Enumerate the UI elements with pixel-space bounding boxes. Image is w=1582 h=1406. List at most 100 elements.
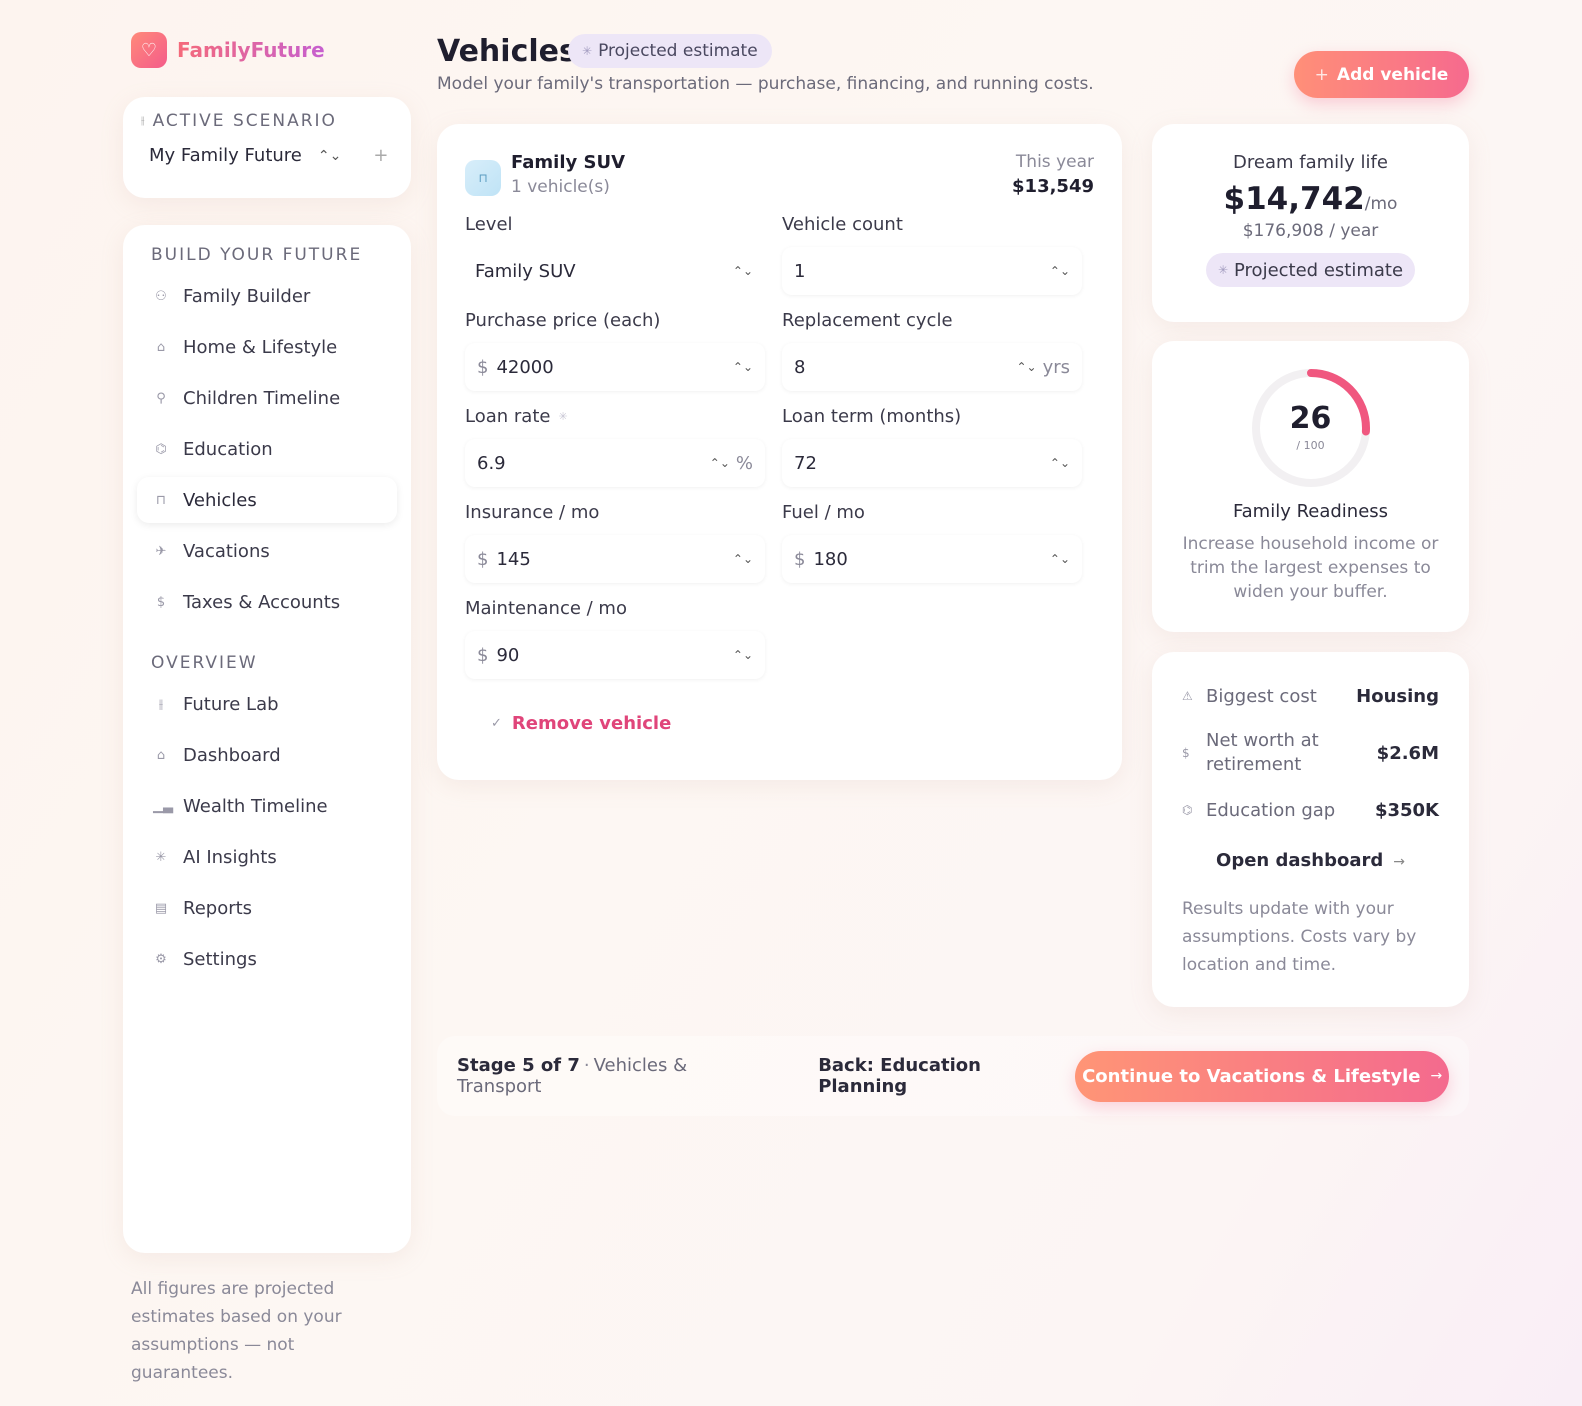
dollar-icon: $ (156, 594, 166, 610)
replacement-cycle-field: Replacement cycle 8 ⌃⌄ yrs (782, 307, 1099, 403)
sidebar-item-label: Settings (183, 948, 257, 970)
add-vehicle-button[interactable]: + Add vehicle (1294, 51, 1469, 98)
brand-name: FamilyFuture (177, 38, 325, 62)
sidebar-item-label: Dashboard (183, 744, 281, 766)
remove-vehicle-button[interactable]: ✓ Remove vehicle (491, 713, 1094, 734)
vehicle-name: Family SUV (511, 152, 625, 173)
back-button[interactable]: Back: Education Planning (818, 1055, 1075, 1097)
stepper-icon[interactable]: ⌃⌄ (733, 552, 753, 566)
maintenance-field: Maintenance / mo $ 90 ⌃⌄ (465, 595, 782, 691)
readiness-score: 26 (1289, 401, 1332, 436)
years-unit: yrs (1042, 356, 1070, 378)
level-select[interactable]: Family SUV ⌃⌄ (465, 247, 765, 295)
open-dashboard-link[interactable]: Open dashboard → (1182, 850, 1439, 871)
sidebar-item-label: Future Lab (183, 693, 279, 715)
loan-rate-field: Loan rate ✳ 6.9 ⌃⌄ % (465, 403, 782, 499)
sidebar-item-settings[interactable]: ⚙ Settings (137, 936, 397, 982)
sidebar-item-label: Education (183, 438, 273, 460)
dream-title: Dream family life (1233, 152, 1388, 173)
sidebar-item-education[interactable]: ⌬ Education (137, 426, 397, 472)
replacement-cycle-input[interactable]: 8 ⌃⌄ yrs (782, 343, 1082, 391)
sparkle-icon: ✳ (582, 44, 593, 58)
info-icon[interactable]: ✳ (558, 410, 567, 423)
sidebar-item-ai-insights[interactable]: ✳ AI Insights (137, 834, 397, 880)
insurance-field: Insurance / mo $ 145 ⌃⌄ (465, 499, 782, 595)
warning-icon: ⚠ (1182, 689, 1193, 703)
stats-note: Results update with your assumptions. Co… (1182, 899, 1417, 975)
loan-rate-label: Loan rate ✳ (465, 405, 568, 427)
chevron-up-down-icon: ⌃⌄ (732, 264, 753, 278)
stepper-icon[interactable]: ⌃⌄ (1050, 552, 1070, 566)
sidebar-item-home-lifestyle[interactable]: ⌂ Home & Lifestyle (137, 324, 397, 370)
this-year-cost: $13,549 (1012, 176, 1094, 197)
fuel-input[interactable]: $ 180 ⌃⌄ (782, 535, 1082, 583)
stepper-icon[interactable]: ⌃⌄ (733, 648, 753, 662)
sidebar-item-children-timeline[interactable]: ⚲ Children Timeline (137, 375, 397, 421)
fuel-label: Fuel / mo (782, 501, 865, 523)
sidebar-item-family-builder[interactable]: ⚇ Family Builder (137, 273, 397, 319)
sidebar-item-wealth-timeline[interactable]: ▁▃ Wealth Timeline (137, 783, 397, 829)
sidebar-item-label: Home & Lifestyle (183, 336, 338, 358)
sidebar-item-dashboard[interactable]: ⌂ Dashboard (137, 732, 397, 778)
purchase-price-input[interactable]: $ 42000 ⌃⌄ (465, 343, 765, 391)
scenario-select[interactable]: My Family Future (149, 145, 302, 166)
chevron-up-down-icon[interactable]: ⌃⌄ (318, 148, 341, 164)
stat-biggest-cost: ⚠ Biggest cost Housing (1182, 685, 1439, 707)
graduation-cap-icon: ⌬ (155, 441, 167, 457)
overview-section-title: OVERVIEW (151, 653, 258, 673)
car-icon: ⊓ (155, 492, 167, 508)
maintenance-input[interactable]: $ 90 ⌃⌄ (465, 631, 765, 679)
plane-icon: ✈ (155, 543, 167, 559)
stepper-icon[interactable]: ⌃⌄ (710, 456, 730, 470)
brand[interactable]: ♡ FamilyFuture (131, 32, 325, 68)
house-icon: ⌂ (156, 747, 166, 763)
heart-logo-icon: ♡ (131, 32, 167, 68)
loan-rate-input[interactable]: 6.9 ⌃⌄ % (465, 439, 765, 487)
vehicle-count-label: Vehicle count (782, 213, 903, 235)
stage-footer: Stage 5 of 7 · Vehicles & Transport Back: … (437, 1036, 1469, 1116)
dollar-prefix: $ (794, 548, 806, 570)
loan-term-field: Loan term (months) 72 ⌃⌄ (782, 403, 1099, 499)
sidebar-item-reports[interactable]: ▤ Reports (137, 885, 397, 931)
disclaimer-text: All figures are projected estimates base… (131, 1279, 342, 1383)
maintenance-label: Maintenance / mo (465, 597, 627, 619)
active-scenario-card: ⫲ ACTIVE SCENARIO My Family Future ⌃⌄ + (123, 97, 411, 198)
sidebar-item-vehicles[interactable]: ⊓ Vehicles (137, 477, 397, 523)
dream-family-life-card: Dream family life $14,742/mo $176,908 / … (1152, 124, 1469, 322)
arrow-right-icon: → (1393, 854, 1405, 870)
stepper-icon[interactable]: ⌃⌄ (1016, 360, 1036, 374)
sidebar-item-vacations[interactable]: ✈ Vacations (137, 528, 397, 574)
readiness-max: / 100 (1296, 439, 1325, 452)
plus-icon: + (1314, 64, 1329, 85)
stepper-icon[interactable]: ⌃⌄ (1050, 456, 1070, 470)
sidebar-item-future-lab[interactable]: ⫲ Future Lab (137, 681, 397, 727)
family-readiness-card: 26 / 100 Family Readiness Increase house… (1152, 341, 1469, 632)
readiness-title: Family Readiness (1232, 501, 1389, 522)
vehicle-count-input[interactable]: 1 ⌃⌄ (782, 247, 1082, 295)
page-subtitle: Model your family's transportation — pur… (437, 74, 1094, 94)
insurance-input[interactable]: $ 145 ⌃⌄ (465, 535, 765, 583)
purchase-price-label: Purchase price (each) (465, 309, 661, 331)
home-icon: ⌂ (156, 339, 166, 355)
projected-estimate-badge: ✳ Projected estimate (1205, 253, 1416, 287)
readiness-ring: 26 / 100 (1250, 367, 1372, 489)
add-scenario-icon[interactable]: + (373, 145, 388, 166)
arrow-right-icon: → (1430, 1068, 1443, 1084)
dollar-icon: $ (1182, 746, 1190, 760)
continue-button[interactable]: Continue to Vacations & Lifestyle → (1075, 1050, 1450, 1102)
sliders-icon: ⫲ (158, 696, 164, 712)
sidebar-item-label: Wealth Timeline (183, 795, 328, 817)
sidebar: BUILD YOUR FUTURE ⚇ Family Builder ⌂ Home &… (123, 225, 411, 1253)
sparkle-icon: ✳ (1217, 263, 1229, 277)
stat-net-worth: $ Net worth at retirement $2.6M (1182, 730, 1439, 775)
stepper-icon[interactable]: ⌃⌄ (1050, 264, 1070, 278)
graduation-cap-icon: ⌬ (1182, 803, 1193, 817)
check-icon: ✓ (491, 716, 502, 731)
loan-term-input[interactable]: 72 ⌃⌄ (782, 439, 1082, 487)
vehicle-card: ⊓ Family SUV 1 vehicle(s) This year $13,… (437, 124, 1122, 780)
insurance-label: Insurance / mo (465, 501, 600, 523)
stepper-icon[interactable]: ⌃⌄ (733, 360, 753, 374)
sidebar-item-taxes-accounts[interactable]: $ Taxes & Accounts (137, 579, 397, 625)
document-icon: ▤ (154, 900, 168, 916)
active-scenario-label: ⫲ ACTIVE SCENARIO (141, 111, 337, 131)
